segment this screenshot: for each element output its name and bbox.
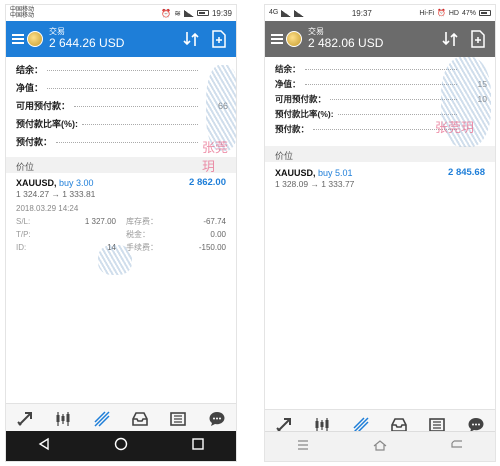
position-profit: 2 862.00 [189, 177, 226, 188]
commission-value: -150.00 [198, 243, 226, 252]
position-symbol: XAUUSD, [16, 177, 57, 188]
position-direction: buy 5.01 [318, 167, 353, 178]
hifi-label: Hi-Fi [419, 9, 435, 17]
signal-icon [294, 9, 305, 17]
status-time: 19:39 [211, 8, 232, 18]
carrier-info: 中国移动 中国移动 [10, 7, 34, 19]
right-phone-screen: 4G 19:37 Hi-Fi ⏰ HD 47% 交易 2 482.06 USD … [264, 4, 496, 462]
system-nav-bar [265, 431, 495, 461]
position-direction: buy 3.00 [59, 177, 94, 188]
status-bar: 中国移动 中国移动 ⏰ ≋ 19:39 [6, 5, 236, 21]
tax-label: 税金： [126, 230, 150, 239]
battery-percent: 47% [461, 9, 476, 17]
summary-row-free-margin: 可用预付款：66 [16, 99, 228, 117]
id-label: ID: [16, 243, 27, 252]
back-icon[interactable] [37, 437, 51, 456]
summary-row-equity: 净值： [16, 81, 228, 99]
chart-icon[interactable] [51, 407, 75, 431]
status-time: 19:37 [351, 8, 372, 18]
battery-icon [478, 10, 491, 16]
network-label: 4G [269, 9, 279, 16]
trade-icon[interactable] [90, 407, 114, 431]
tax-value: 0.00 [210, 230, 226, 239]
sort-arrows-icon[interactable] [439, 28, 461, 50]
carrier-line-2: 中国移动 [10, 13, 35, 19]
history-icon[interactable] [128, 407, 152, 431]
system-nav-bar [6, 431, 236, 461]
position-row[interactable]: XAUUSD, buy 3.00 2 862.00 1 324.27 → 1 3… [6, 173, 236, 256]
signal-icon [281, 9, 292, 17]
summary-row-margin: 预付款： [16, 135, 228, 153]
app-header: 交易 2 482.06 USD [265, 21, 495, 57]
account-balance: 2 482.06 USD [308, 35, 384, 50]
news-icon[interactable] [166, 407, 190, 431]
back-icon[interactable] [450, 438, 464, 456]
summary-row-balance: 结余： [16, 63, 228, 81]
swap-label: 库存费： [126, 217, 158, 226]
left-phone-screen: 中国移动 中国移动 ⏰ ≋ 19:39 交易 2 644.26 USD 结余： … [5, 4, 237, 462]
position-prices: 1 324.27 → 1 333.81 [16, 189, 96, 199]
app-logo [27, 31, 43, 47]
alarm-icon: ⏰ [437, 10, 446, 17]
watermark-text: 张莞玥 [202, 141, 229, 175]
home-icon[interactable] [114, 437, 128, 456]
account-balance: 2 644.26 USD [49, 35, 125, 50]
watermark-text: 张莞玥 [435, 121, 475, 136]
battery-icon [196, 10, 209, 16]
tp-label: T/P: [16, 230, 31, 239]
new-order-icon[interactable] [208, 28, 230, 50]
alarm-icon: ⏰ [161, 8, 172, 18]
swap-value: -67.74 [203, 217, 226, 226]
sl-value: 1 327.00 [84, 217, 116, 226]
recents-icon[interactable] [191, 437, 205, 456]
redaction-scribble [98, 245, 132, 275]
position-prices: 1 328.09 → 1 333.77 [275, 179, 355, 189]
home-icon[interactable] [372, 438, 388, 456]
wifi-icon: ≋ [174, 8, 181, 18]
menu-icon[interactable] [271, 34, 283, 44]
sort-arrows-icon[interactable] [180, 28, 202, 50]
hd-label: HD [448, 9, 459, 17]
new-order-icon[interactable] [467, 28, 489, 50]
quotes-icon[interactable] [13, 407, 37, 431]
position-symbol: XAUUSD, [275, 167, 316, 178]
status-bar: 4G 19:37 Hi-Fi ⏰ HD 47% [265, 5, 495, 21]
position-open-time: 2018.03.29 14:24 [16, 204, 79, 213]
position-profit: 2 845.68 [448, 167, 485, 178]
signal-icon [183, 9, 194, 17]
menu-icon[interactable] [296, 438, 310, 456]
app-logo [286, 31, 302, 47]
app-header: 交易 2 644.26 USD [6, 21, 236, 57]
bottom-tab-bar [6, 403, 236, 433]
chat-icon[interactable] [205, 407, 229, 431]
section-header-positions: 价位 [265, 146, 495, 162]
sl-label: S/L: [16, 217, 31, 226]
menu-icon[interactable] [12, 34, 24, 44]
position-row[interactable]: XAUUSD, buy 5.01 2 845.68 1 328.09 → 1 3… [265, 162, 495, 191]
summary-row-margin-level: 预付款比率(%): [16, 117, 228, 135]
